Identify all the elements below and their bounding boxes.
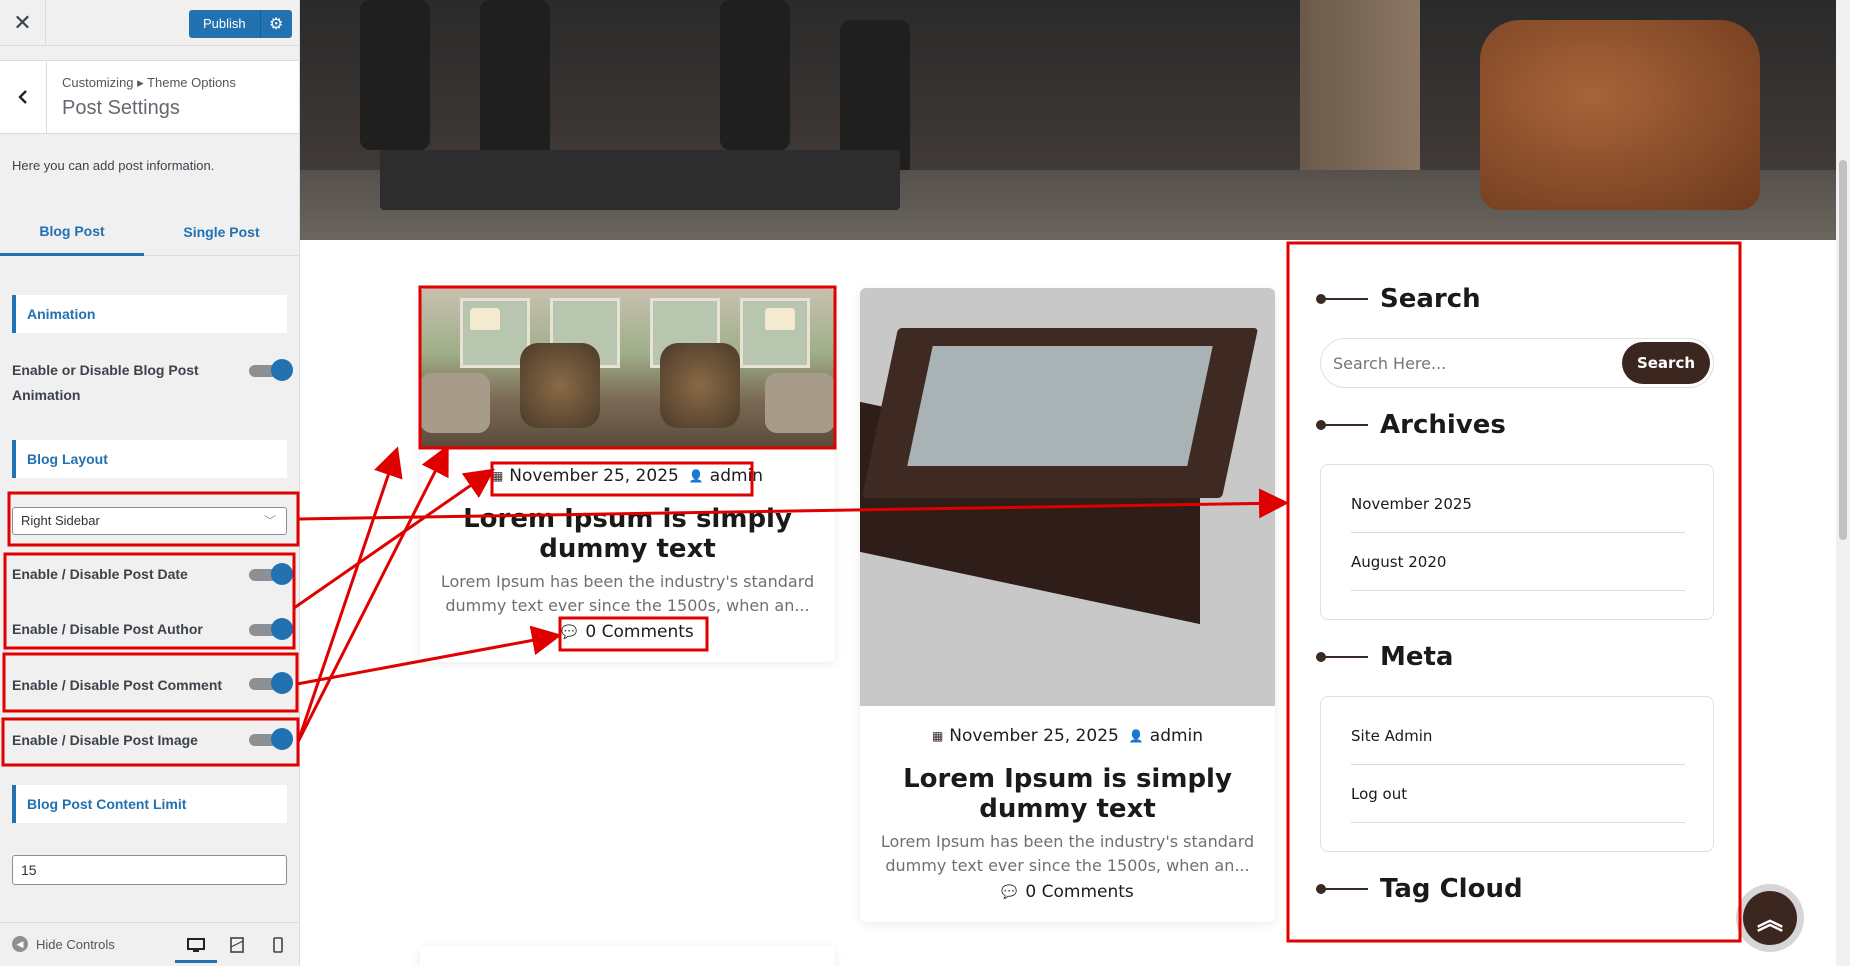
- user-icon: 👤: [1128, 729, 1144, 743]
- hide-controls-label: Hide Controls: [36, 936, 115, 952]
- section-description: Here you can add post information.: [12, 158, 215, 173]
- user-icon: 👤: [688, 469, 704, 483]
- content-limit-heading: Blog Post Content Limit: [12, 785, 287, 823]
- post-title[interactable]: Lorem Ipsum is simply dummy text: [430, 504, 825, 564]
- tab-single-post[interactable]: Single Post: [144, 208, 299, 256]
- double-chevron-up-icon: ︽: [1743, 891, 1797, 945]
- chevron-left-icon: [18, 90, 27, 104]
- close-icon: ✕: [13, 10, 32, 35]
- calendar-icon: ▦: [931, 729, 944, 743]
- post-date-toggle-label: Enable / Disable Post Date: [12, 566, 188, 582]
- post-comments-count: 0 Comments: [585, 622, 694, 642]
- meta-link-site-admin[interactable]: Site Admin: [1351, 707, 1685, 765]
- tablet-icon: [230, 937, 244, 953]
- collapse-icon: ◀: [12, 936, 28, 952]
- search-input[interactable]: [1333, 339, 1593, 387]
- post-card: ▦ November 25, 2025 👤 admin Lorem Ipsum …: [860, 288, 1275, 922]
- post-author[interactable]: admin: [710, 466, 763, 486]
- hide-controls-button[interactable]: ◀ Hide Controls: [12, 936, 115, 952]
- tab-blog-post[interactable]: Blog Post: [0, 208, 144, 256]
- post-card: [420, 946, 835, 966]
- post-image[interactable]: [860, 288, 1275, 706]
- mobile-icon: [273, 937, 283, 953]
- post-author[interactable]: admin: [1150, 726, 1203, 746]
- section-header: Customizing ▸ Theme Options Post Setting…: [0, 60, 299, 134]
- post-title[interactable]: Lorem Ipsum is simply dummy text: [870, 764, 1265, 824]
- post-comment-toggle[interactable]: [249, 672, 293, 694]
- post-comments-count: 0 Comments: [1025, 882, 1134, 902]
- post-meta: ▦ November 25, 2025 👤 admin: [860, 726, 1275, 746]
- search-button[interactable]: Search: [1622, 342, 1710, 384]
- tablet-preview-button[interactable]: [226, 935, 248, 955]
- post-comments[interactable]: 💬 0 Comments: [860, 882, 1275, 902]
- post-date[interactable]: November 25, 2025: [509, 466, 679, 486]
- archives-widget-title: Archives: [1316, 410, 1506, 440]
- blog-layout-heading: Blog Layout: [12, 440, 287, 478]
- calendar-icon: ▦: [491, 469, 504, 483]
- archive-link[interactable]: November 2025: [1351, 475, 1685, 533]
- meta-link-log-out[interactable]: Log out: [1351, 765, 1685, 823]
- post-card: ▦ November 25, 2025 👤 admin Lorem Ipsum …: [420, 288, 835, 662]
- customizer-topbar: ✕ Publish ⚙: [0, 0, 299, 46]
- preview-scrollbar[interactable]: [1836, 0, 1850, 966]
- close-button[interactable]: ✕: [0, 0, 46, 46]
- comments-icon: 💬: [1001, 884, 1018, 900]
- hero-image: [300, 0, 1836, 240]
- archive-link[interactable]: August 2020: [1351, 533, 1685, 591]
- scroll-to-top-button[interactable]: ︽: [1736, 884, 1804, 952]
- post-meta: ▦ November 25, 2025 👤 admin: [420, 466, 835, 486]
- post-comments[interactable]: 💬 0 Comments: [420, 622, 835, 642]
- publish-group: Publish ⚙: [189, 10, 292, 38]
- meta-list: Site Admin Log out: [1320, 696, 1714, 852]
- post-comment-toggle-label: Enable / Disable Post Comment: [12, 677, 223, 693]
- post-author-toggle-label: Enable / Disable Post Author: [12, 621, 203, 637]
- content-limit-input[interactable]: 15: [12, 855, 287, 885]
- section-title: Post Settings: [62, 97, 180, 119]
- meta-widget-title: Meta: [1316, 642, 1453, 672]
- tab-bar: Blog Post Single Post: [0, 208, 299, 256]
- site-preview: ▦ November 25, 2025 👤 admin Lorem Ipsum …: [300, 0, 1850, 966]
- customizer-panel: ✕ Publish ⚙ Customizing ▸ Theme Options …: [0, 0, 300, 966]
- post-excerpt: Lorem Ipsum has been the industry's stan…: [440, 572, 815, 615]
- comments-icon: 💬: [561, 624, 578, 640]
- gear-icon: ⚙: [268, 16, 284, 33]
- animation-toggle-label: Enable or Disable Blog Post Animation: [12, 362, 199, 403]
- desktop-preview-button[interactable]: [175, 931, 217, 963]
- publish-settings-button[interactable]: ⚙: [259, 10, 292, 38]
- mobile-preview-button[interactable]: [267, 935, 289, 955]
- post-author-toggle[interactable]: [249, 618, 293, 640]
- blog-layout-select[interactable]: Right Sidebar ﹀: [12, 507, 287, 535]
- archives-list: November 2025 August 2020: [1320, 464, 1714, 620]
- animation-toggle[interactable]: [249, 359, 293, 381]
- post-date[interactable]: November 25, 2025: [949, 726, 1119, 746]
- breadcrumb: Customizing ▸ Theme Options: [62, 75, 236, 90]
- back-button[interactable]: [0, 61, 47, 133]
- post-date-toggle[interactable]: [249, 563, 293, 585]
- desktop-icon: [187, 937, 205, 952]
- customizer-footer: ◀ Hide Controls: [0, 922, 299, 966]
- chevron-down-icon: ﹀: [263, 514, 276, 528]
- tag-cloud-widget-title: Tag Cloud: [1316, 874, 1523, 904]
- post-image[interactable]: [420, 288, 835, 448]
- post-excerpt: Lorem Ipsum has been the industry's stan…: [880, 832, 1255, 875]
- search-form: Search: [1320, 338, 1714, 388]
- post-image-toggle[interactable]: [249, 728, 293, 750]
- post-image-toggle-label: Enable / Disable Post Image: [12, 732, 198, 748]
- search-widget-title: Search: [1316, 284, 1481, 314]
- blog-layout-value: Right Sidebar: [21, 513, 100, 528]
- publish-button[interactable]: Publish: [189, 10, 260, 38]
- animation-heading: Animation: [12, 295, 287, 333]
